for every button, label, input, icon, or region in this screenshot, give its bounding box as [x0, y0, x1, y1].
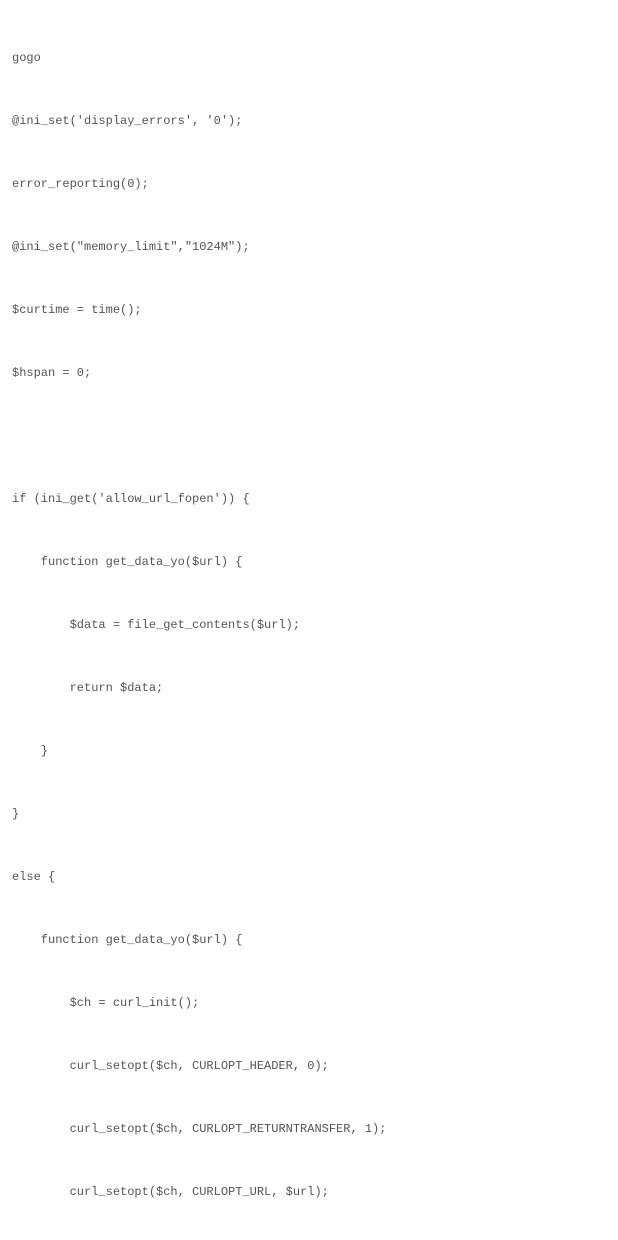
- code-line: gogo: [12, 48, 606, 69]
- code-line: error_reporting(0);: [12, 174, 606, 195]
- code-line: @ini_set("memory_limit","1024M");: [12, 237, 606, 258]
- code-line: @ini_set('display_errors', '0');: [12, 111, 606, 132]
- code-line: }: [12, 741, 606, 762]
- code-line: if (ini_get('allow_url_fopen')) {: [12, 489, 606, 510]
- code-line: $curtime = time();: [12, 300, 606, 321]
- code-line: curl_setopt($ch, CURLOPT_HEADER, 0);: [12, 1056, 606, 1077]
- code-line: [12, 426, 606, 447]
- code-line: curl_setopt($ch, CURLOPT_URL, $url);: [12, 1182, 606, 1203]
- code-block: gogo @ini_set('display_errors', '0'); er…: [12, 6, 606, 1240]
- code-line: return $data;: [12, 678, 606, 699]
- code-line: $ch = curl_init();: [12, 993, 606, 1014]
- code-line: else {: [12, 867, 606, 888]
- code-line: function get_data_yo($url) {: [12, 930, 606, 951]
- code-line: $hspan = 0;: [12, 363, 606, 384]
- code-line: }: [12, 804, 606, 825]
- code-line: function get_data_yo($url) {: [12, 552, 606, 573]
- code-line: $data = file_get_contents($url);: [12, 615, 606, 636]
- code-line: curl_setopt($ch, CURLOPT_RETURNTRANSFER,…: [12, 1119, 606, 1140]
